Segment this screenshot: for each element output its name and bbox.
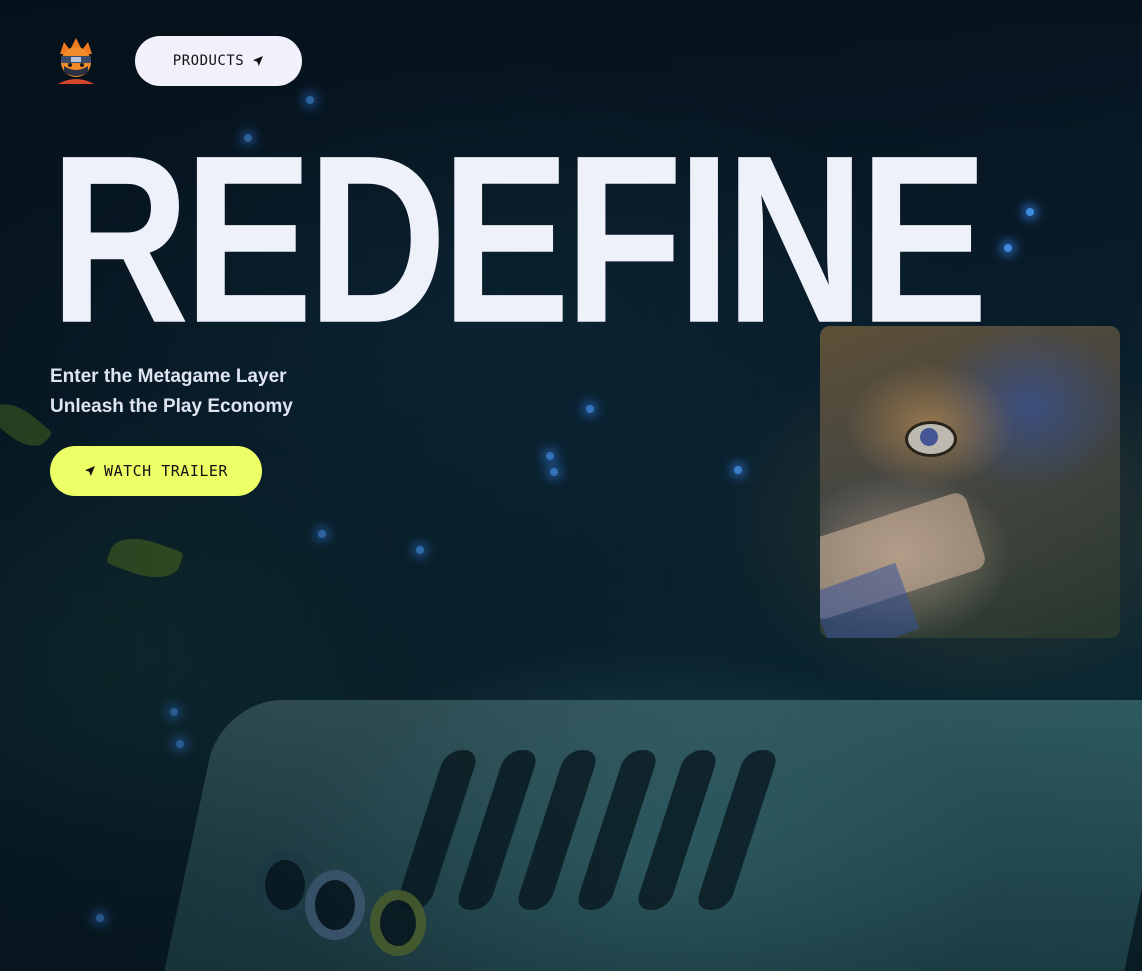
products-button-label: PRODUCTS bbox=[172, 53, 245, 69]
hero-subtitle-line: Enter the Metagame Layer bbox=[50, 366, 287, 387]
send-arrow-icon bbox=[85, 466, 96, 476]
watch-trailer-label: WATCH TRAILER bbox=[104, 462, 228, 480]
hero-subtitle: Enter the Metagame Layer Unleash the Pla… bbox=[50, 362, 410, 422]
preview-art bbox=[905, 421, 957, 457]
hero-headline: REDEFINE bbox=[50, 105, 988, 374]
products-button[interactable]: PRODUCTS bbox=[135, 36, 302, 86]
brand-logo[interactable] bbox=[54, 38, 98, 86]
ninja-avatar-icon bbox=[58, 38, 94, 84]
hero-subtitle-line: Unleash the Play Economy bbox=[50, 396, 293, 417]
send-arrow-icon bbox=[253, 56, 264, 66]
watch-trailer-button[interactable]: WATCH TRAILER bbox=[50, 446, 262, 496]
video-preview-card[interactable] bbox=[820, 326, 1120, 638]
preview-art bbox=[920, 428, 938, 446]
